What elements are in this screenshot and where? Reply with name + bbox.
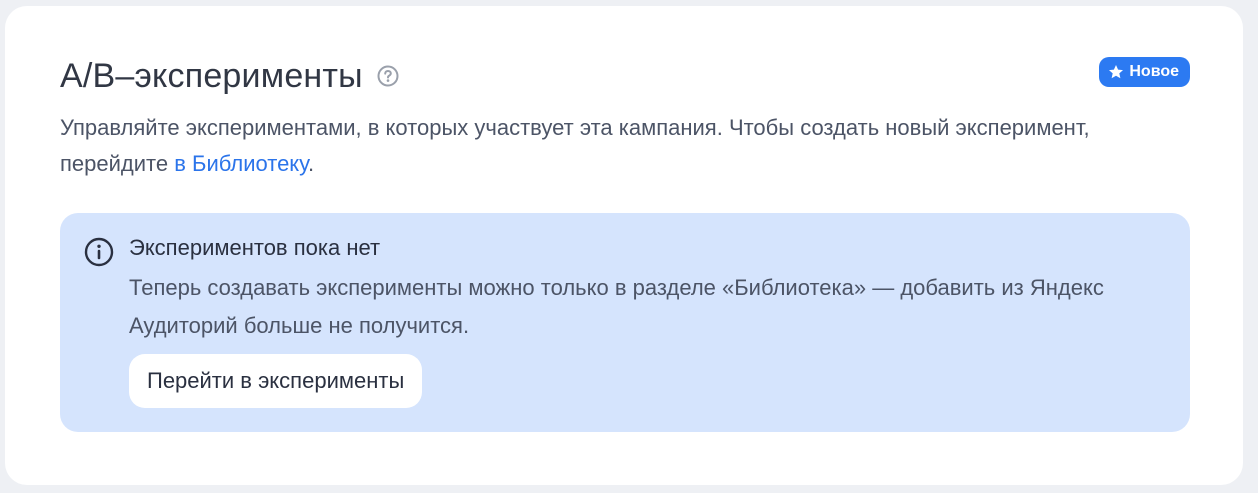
question-circle-icon[interactable] [377,65,399,87]
new-badge-label: Новое [1129,63,1179,80]
star-icon [1108,64,1124,80]
page-title: А/В–эксперименты [60,56,363,95]
notice-text: Теперь создавать эксперименты можно толь… [129,275,1104,338]
go-to-experiments-button[interactable]: Перейти в эксперименты [129,354,423,408]
empty-state-notice: Экспериментов пока нет Теперь создавать … [60,213,1190,432]
title-row: А/В–эксперименты [60,56,399,96]
new-badge: Новое [1099,57,1190,87]
notice-title: Экспериментов пока нет [129,235,381,260]
section-description: Управляйте экспериментами, в которых уча… [60,110,1100,182]
library-link[interactable]: в Библиотеку [174,151,308,176]
ab-experiments-card: А/В–эксперименты Новое Управляйте экспер… [5,6,1243,485]
description-text-end: . [307,151,315,176]
info-circle-icon [84,237,114,267]
